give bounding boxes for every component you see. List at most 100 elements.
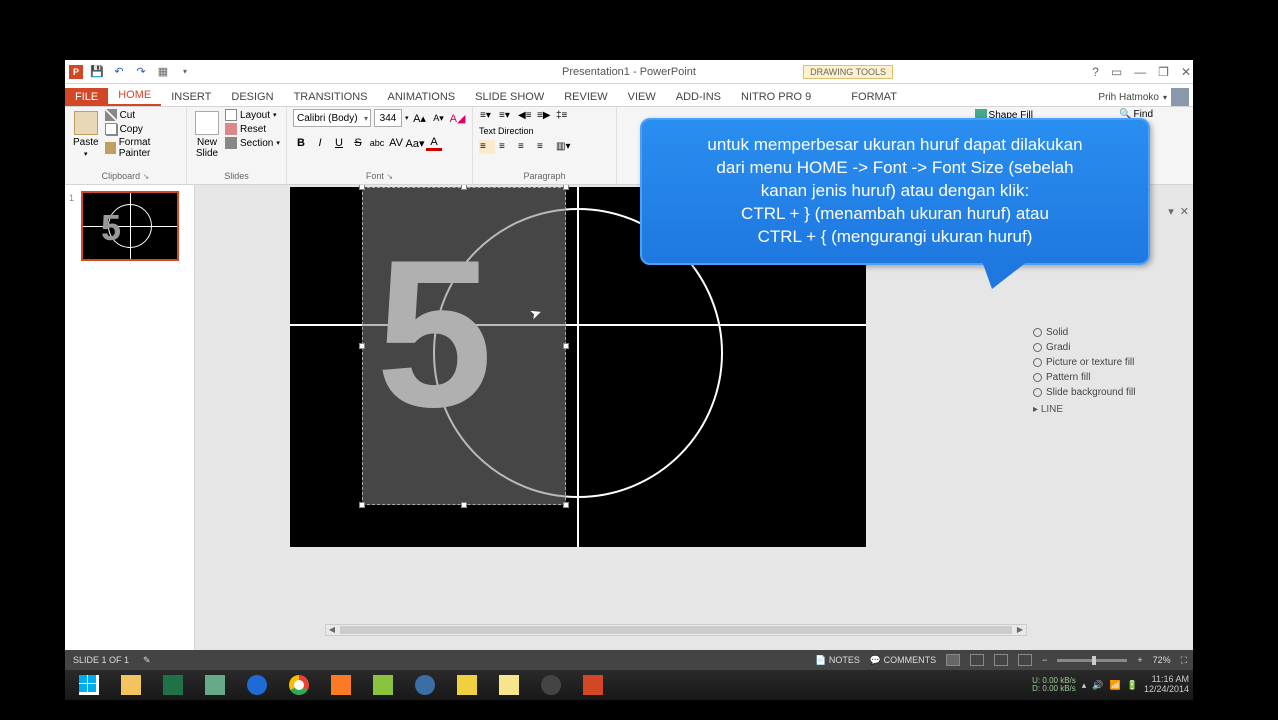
taskbar-settings[interactable] — [531, 672, 571, 698]
text-direction-button[interactable]: Text Direction — [479, 126, 534, 136]
resize-handle[interactable] — [461, 185, 467, 190]
vertical-line[interactable] — [577, 187, 579, 547]
taskbar-app1[interactable] — [195, 672, 235, 698]
scroll-left-icon[interactable]: ◀ — [326, 625, 338, 635]
italic-button[interactable]: I — [312, 135, 328, 151]
sorter-view-button[interactable] — [970, 654, 984, 666]
character-spacing-button[interactable]: AV — [388, 135, 404, 151]
paste-button[interactable]: Paste ▾ — [71, 109, 101, 160]
tab-nitro[interactable]: NITRO PRO 9 — [731, 88, 821, 106]
battery-icon[interactable]: 🔋 — [1127, 680, 1138, 691]
font-size-select[interactable]: 344 — [374, 109, 402, 127]
normal-view-button[interactable] — [946, 654, 960, 666]
horizontal-scrollbar[interactable]: ◀ ▶ — [325, 624, 1027, 636]
taskbar-xampp[interactable] — [321, 672, 361, 698]
comments-button[interactable]: 💬 COMMENTS — [870, 655, 936, 666]
scroll-right-icon[interactable]: ▶ — [1014, 625, 1026, 635]
undo-icon[interactable]: ↶ — [111, 64, 127, 80]
scroll-thumb[interactable] — [340, 626, 1012, 634]
taskbar-ie[interactable] — [237, 672, 277, 698]
clock[interactable]: 11:16 AM 12/24/2014 — [1144, 675, 1189, 695]
increase-font-button[interactable]: A▴ — [412, 110, 428, 126]
zoom-level[interactable]: 72% — [1153, 655, 1171, 665]
numbering-button[interactable]: ≡▾ — [498, 109, 514, 123]
tab-addins[interactable]: ADD-INS — [666, 88, 731, 106]
reading-view-button[interactable] — [994, 654, 1008, 666]
chevron-down-icon[interactable]: ▾ — [1168, 205, 1174, 218]
start-button[interactable] — [69, 672, 109, 698]
chevron-down-icon[interactable]: ▾ — [405, 114, 409, 122]
strikethrough-button[interactable]: S — [350, 135, 366, 151]
clear-formatting-button[interactable]: A◢ — [450, 110, 466, 126]
resize-handle[interactable] — [359, 502, 365, 508]
resize-handle[interactable] — [563, 502, 569, 508]
spellcheck-icon[interactable]: ✎ — [143, 655, 151, 666]
taskbar-powerpoint[interactable] — [573, 672, 613, 698]
underline-button[interactable]: U — [331, 135, 347, 151]
start-from-beginning-icon[interactable]: ▦ — [155, 64, 171, 80]
decrease-indent-button[interactable]: ◀≡ — [517, 109, 533, 123]
tab-home[interactable]: HOME — [108, 86, 161, 106]
format-painter-button[interactable]: Format Painter — [105, 137, 180, 159]
cut-button[interactable]: Cut — [105, 109, 180, 121]
decrease-font-button[interactable]: A▾ — [431, 110, 447, 126]
fit-to-window-button[interactable]: ⛶ — [1181, 655, 1187, 666]
tab-transitions[interactable]: TRANSITIONS — [284, 88, 378, 106]
close-button[interactable]: ✕ — [1181, 65, 1191, 79]
ribbon-display-button[interactable]: ▭ — [1111, 65, 1122, 79]
fill-gradient-option[interactable]: Gradi — [1027, 340, 1193, 355]
resize-handle[interactable] — [563, 185, 569, 190]
zoom-slider[interactable] — [1057, 659, 1127, 662]
zoom-out-button[interactable]: − — [1042, 655, 1047, 665]
fill-picture-option[interactable]: Picture or texture fill — [1027, 355, 1193, 370]
resize-handle[interactable] — [563, 343, 569, 349]
new-slide-button[interactable]: New Slide — [193, 109, 221, 161]
align-right-button[interactable]: ≡ — [517, 140, 533, 154]
tray-expand-icon[interactable]: ▴ — [1082, 680, 1087, 691]
tab-format[interactable]: FORMAT — [841, 88, 907, 106]
dialog-launcher-icon[interactable]: ↘ — [386, 172, 393, 181]
taskbar-chrome[interactable] — [279, 672, 319, 698]
slideshow-view-button[interactable] — [1018, 654, 1032, 666]
slide-thumbnail-1[interactable]: 1 5 — [71, 191, 188, 261]
tab-design[interactable]: DESIGN — [221, 88, 283, 106]
volume-icon[interactable]: 🔊 — [1092, 680, 1103, 691]
tab-animations[interactable]: ANIMATIONS — [378, 88, 466, 106]
save-icon[interactable]: 💾 — [89, 64, 105, 80]
align-left-button[interactable]: ≡ — [479, 140, 495, 154]
font-color-button[interactable]: A — [426, 135, 442, 151]
increase-indent-button[interactable]: ≡▶ — [536, 109, 552, 123]
network-icon[interactable]: 📶 — [1110, 680, 1121, 691]
justify-button[interactable]: ≡ — [536, 140, 552, 154]
resize-handle[interactable] — [359, 343, 365, 349]
bold-button[interactable]: B — [293, 135, 309, 151]
restore-button[interactable]: ❐ — [1158, 65, 1169, 79]
help-button[interactable]: ? — [1092, 65, 1099, 79]
close-pane-icon[interactable]: ✕ — [1180, 205, 1189, 218]
shadow-button[interactable]: abc — [369, 135, 385, 151]
tab-slideshow[interactable]: SLIDE SHOW — [465, 88, 554, 106]
fill-solid-option[interactable]: Solid — [1027, 325, 1193, 340]
taskbar-explorer[interactable] — [111, 672, 151, 698]
columns-button[interactable]: ▥▾ — [555, 140, 571, 154]
change-case-button[interactable]: Aa▾ — [407, 135, 423, 151]
reset-button[interactable]: Reset — [225, 123, 280, 135]
taskbar-googleearth[interactable] — [405, 672, 445, 698]
taskbar-stickynotes[interactable] — [489, 672, 529, 698]
tab-insert[interactable]: INSERT — [161, 88, 221, 106]
fill-slidebg-option[interactable]: Slide background fill — [1027, 385, 1193, 400]
zoom-in-button[interactable]: + — [1137, 655, 1142, 665]
resize-handle[interactable] — [461, 502, 467, 508]
taskbar-excel[interactable] — [153, 672, 193, 698]
line-section-header[interactable]: LINE — [1027, 400, 1193, 419]
taskbar-moviemaker[interactable] — [447, 672, 487, 698]
font-name-select[interactable]: Calibri (Body) — [293, 109, 371, 127]
line-spacing-button[interactable]: ‡≡ — [555, 109, 571, 123]
tab-review[interactable]: REVIEW — [554, 88, 617, 106]
fill-pattern-option[interactable]: Pattern fill — [1027, 370, 1193, 385]
align-center-button[interactable]: ≡ — [498, 140, 514, 154]
tab-view[interactable]: VIEW — [618, 88, 666, 106]
qat-customize-icon[interactable]: ▾ — [177, 64, 193, 80]
tab-file[interactable]: FILE — [65, 88, 108, 106]
copy-button[interactable]: Copy — [105, 123, 180, 135]
